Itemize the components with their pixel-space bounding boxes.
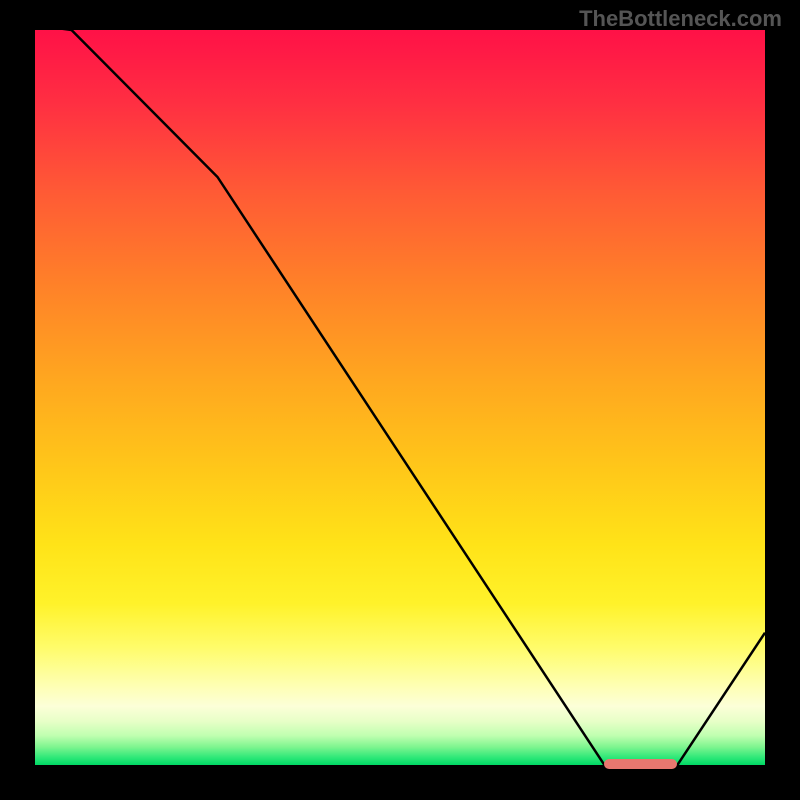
bottleneck-curve <box>35 30 765 765</box>
watermark-text: TheBottleneck.com <box>579 6 782 32</box>
plot-area <box>35 30 765 765</box>
optimal-range-marker <box>604 759 677 769</box>
